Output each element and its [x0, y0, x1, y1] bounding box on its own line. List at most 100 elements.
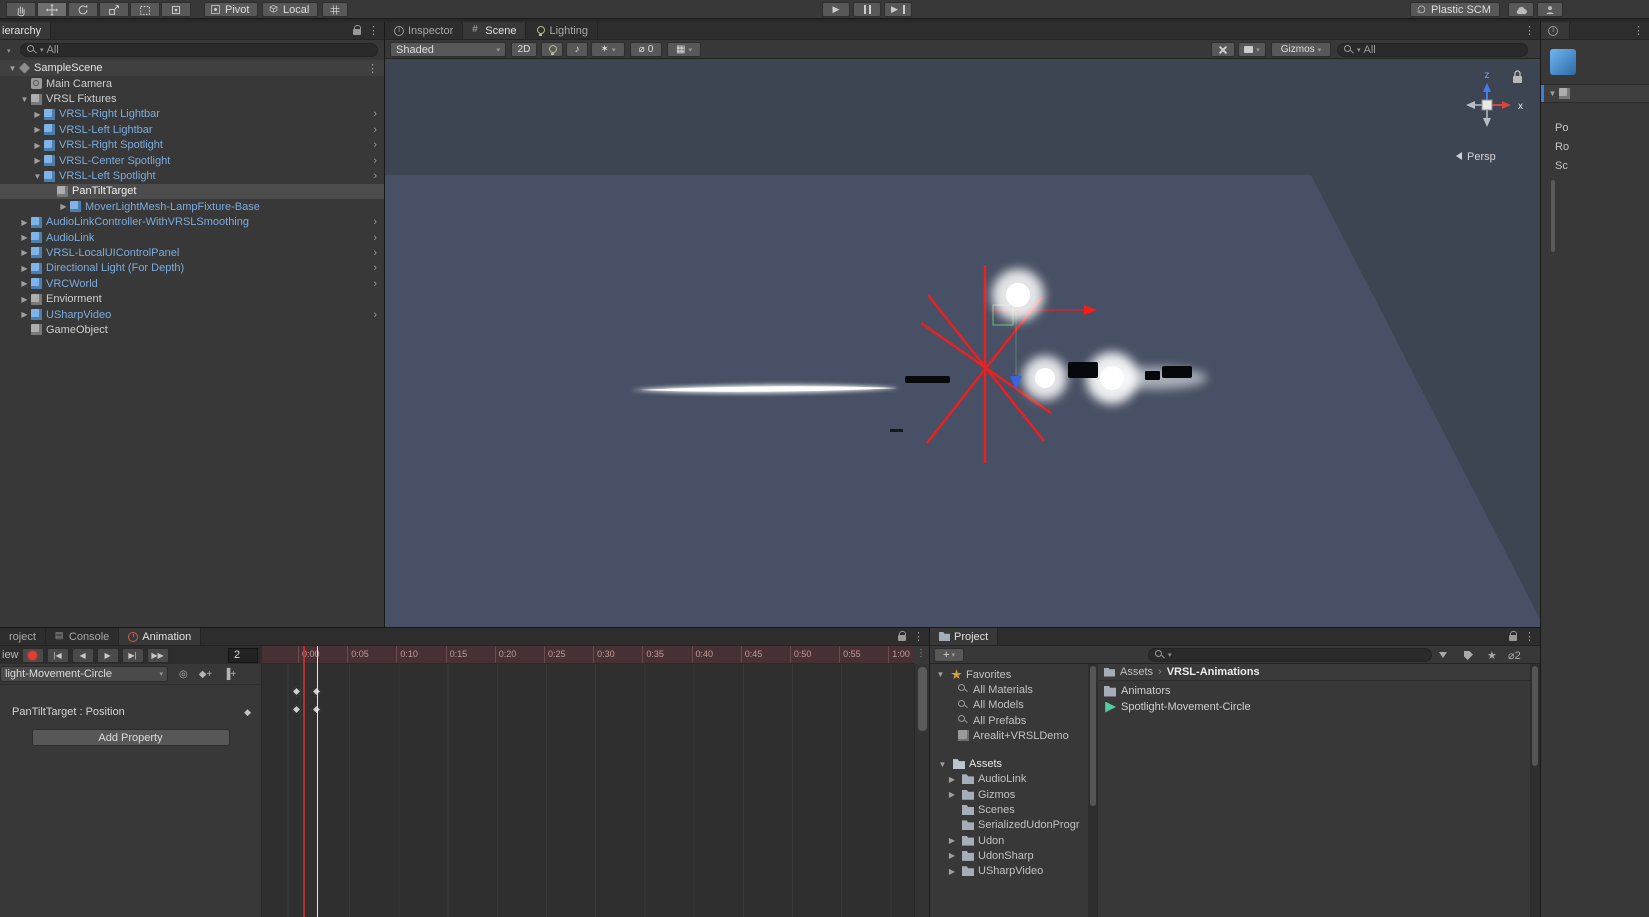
prefab-chevron-icon[interactable]: ›: [373, 124, 377, 136]
search-by-type-icon[interactable]: [1439, 649, 1447, 661]
gizmos-dropdown[interactable]: Gizmos ▾: [1271, 42, 1331, 57]
expander-icon[interactable]: [946, 790, 958, 799]
project-folder[interactable]: AudioLink: [930, 772, 1088, 787]
panel-menu-icon[interactable]: ⋮: [1524, 630, 1535, 643]
prefab-chevron-icon[interactable]: ›: [373, 216, 377, 228]
2d-toggle[interactable]: 2D: [511, 42, 537, 57]
scene-menu-icon[interactable]: ⋮: [367, 62, 378, 75]
lock-icon[interactable]: [353, 25, 361, 35]
scale-tool-button[interactable]: [99, 2, 129, 17]
camera-dropdown[interactable]: ▾: [1238, 42, 1266, 57]
scene-header-row[interactable]: SampleScene ⋮: [0, 60, 384, 76]
bottom-tab[interactable]: Console: [45, 628, 120, 645]
expander-icon[interactable]: [31, 156, 44, 165]
hierarchy-item[interactable]: PanTiltTarget ›: [0, 183, 384, 200]
hierarchy-item[interactable]: VRSL-Left Spotlight ›: [0, 168, 384, 183]
expander-icon[interactable]: [31, 172, 44, 181]
bottom-tab[interactable]: roject: [0, 628, 46, 645]
component-header[interactable]: [1541, 84, 1649, 103]
view-tab[interactable]: Scene: [463, 22, 527, 39]
save-search-icon[interactable]: ★: [1487, 649, 1497, 662]
hierarchy-item[interactable]: VRSL-Center Spotlight ›: [0, 153, 384, 168]
dopesheet-menu-icon[interactable]: ⋮: [916, 648, 926, 659]
hierarchy-item[interactable]: VRSL-Right Lightbar ›: [0, 107, 384, 122]
expander-icon[interactable]: [946, 867, 958, 876]
project-folder[interactable]: SerializedUdonProgr: [930, 818, 1088, 833]
view-tab[interactable]: Inspector: [385, 22, 464, 39]
hierarchy-item[interactable]: MoverLightMesh-LampFixture-Base ›: [0, 199, 384, 214]
hierarchy-search-input[interactable]: ▾ All: [20, 43, 378, 57]
favorite-item[interactable]: Arealit+VRSLDemo: [930, 728, 1088, 743]
draw-mode-dropdown[interactable]: Shaded ▾: [390, 42, 506, 57]
keyframe-diamond[interactable]: [291, 704, 302, 715]
prefab-chevron-icon[interactable]: ›: [373, 108, 377, 120]
prefab-chevron-icon[interactable]: ›: [373, 309, 377, 321]
scene-audio-toggle[interactable]: ♪: [566, 42, 588, 57]
hierarchy-item[interactable]: VRCWorld ›: [0, 276, 384, 291]
project-folder[interactable]: USharpVideo: [930, 864, 1088, 879]
step-button[interactable]: ▶: [884, 2, 912, 17]
tab-inspector-cut[interactable]: [1541, 22, 1570, 39]
account-button[interactable]: [1537, 2, 1563, 17]
collapse-icon[interactable]: [6, 64, 19, 73]
expander-icon[interactable]: [946, 851, 958, 860]
transform-tool-button[interactable]: [161, 2, 191, 17]
expander-icon[interactable]: [31, 110, 44, 119]
favorite-item[interactable]: All Materials: [930, 682, 1088, 697]
prefab-chevron-icon[interactable]: ›: [373, 262, 377, 274]
scene-search-input[interactable]: ▾ All: [1337, 42, 1528, 57]
panel-menu-icon[interactable]: ⋮: [368, 24, 379, 37]
prefab-chevron-icon[interactable]: ›: [373, 170, 377, 182]
project-folder[interactable]: Scenes: [930, 802, 1088, 817]
expander-icon[interactable]: [18, 264, 31, 273]
rect-tool-button[interactable]: [130, 2, 160, 17]
filter-icon[interactable]: ◎: [179, 669, 188, 680]
project-search-input[interactable]: ▾: [1148, 648, 1432, 662]
preview-button[interactable]: iew: [2, 649, 19, 661]
frame-input[interactable]: 2: [228, 647, 258, 663]
content-scrollbar[interactable]: [1530, 664, 1540, 917]
expander-icon[interactable]: [18, 310, 31, 319]
play-button[interactable]: ▶: [822, 2, 850, 17]
add-event-icon[interactable]: ▐+: [223, 669, 236, 680]
expander-icon[interactable]: [936, 760, 949, 769]
prefab-chevron-icon[interactable]: ›: [373, 232, 377, 244]
record-button[interactable]: [21, 647, 44, 663]
prev-key-button[interactable]: ◀: [71, 647, 94, 663]
expander-icon[interactable]: [57, 202, 70, 211]
search-by-label-icon[interactable]: [1464, 649, 1473, 663]
breadcrumb-current[interactable]: VRSL-Animations: [1167, 666, 1260, 678]
play-animation-button[interactable]: ▶: [96, 647, 119, 663]
project-folder[interactable]: Gizmos: [930, 787, 1088, 802]
asset-item[interactable]: Spotlight-Movement-Circle: [1098, 699, 1530, 715]
move-tool-button[interactable]: [37, 2, 67, 17]
favorites-header[interactable]: Favorites: [930, 667, 1088, 682]
expander-icon[interactable]: [934, 670, 947, 679]
rotate-tool-button[interactable]: [68, 2, 98, 17]
hierarchy-item[interactable]: Main Camera ›: [0, 76, 384, 91]
hierarchy-item[interactable]: Enviorment ›: [0, 291, 384, 306]
dopesheet[interactable]: [262, 664, 914, 917]
add-property-button[interactable]: Add Property: [31, 729, 230, 746]
expander-icon[interactable]: [18, 218, 31, 227]
clip-dropdown[interactable]: light-Movement-Circle ▾: [0, 666, 168, 682]
clip-summary-row[interactable]: [0, 685, 261, 703]
expander-icon[interactable]: [18, 233, 31, 242]
pivot-toggle[interactable]: Pivot: [204, 2, 258, 17]
scene-lighting-toggle[interactable]: [541, 42, 563, 57]
next-key-button[interactable]: ▶|: [121, 647, 144, 663]
hierarchy-item[interactable]: GameObject ›: [0, 322, 384, 337]
goto-last-key-button[interactable]: ▶▶: [146, 647, 169, 663]
favorite-item[interactable]: All Prefabs: [930, 713, 1088, 728]
pause-button[interactable]: [853, 2, 881, 17]
hierarchy-item[interactable]: VRSL Fixtures ›: [0, 91, 384, 106]
prefab-chevron-icon[interactable]: ›: [373, 155, 377, 167]
expander-icon[interactable]: [946, 775, 958, 784]
hierarchy-item[interactable]: Directional Light (For Depth) ›: [0, 261, 384, 276]
assets-root-folder[interactable]: Assets: [930, 756, 1088, 771]
hierarchy-create-dropdown[interactable]: ▾: [7, 47, 11, 55]
expander-icon[interactable]: [18, 279, 31, 288]
panel-menu-icon[interactable]: ⋮: [1633, 24, 1644, 37]
goto-first-key-button[interactable]: |◀: [46, 647, 69, 663]
add-keyframe-icon[interactable]: ◆+: [199, 669, 213, 680]
